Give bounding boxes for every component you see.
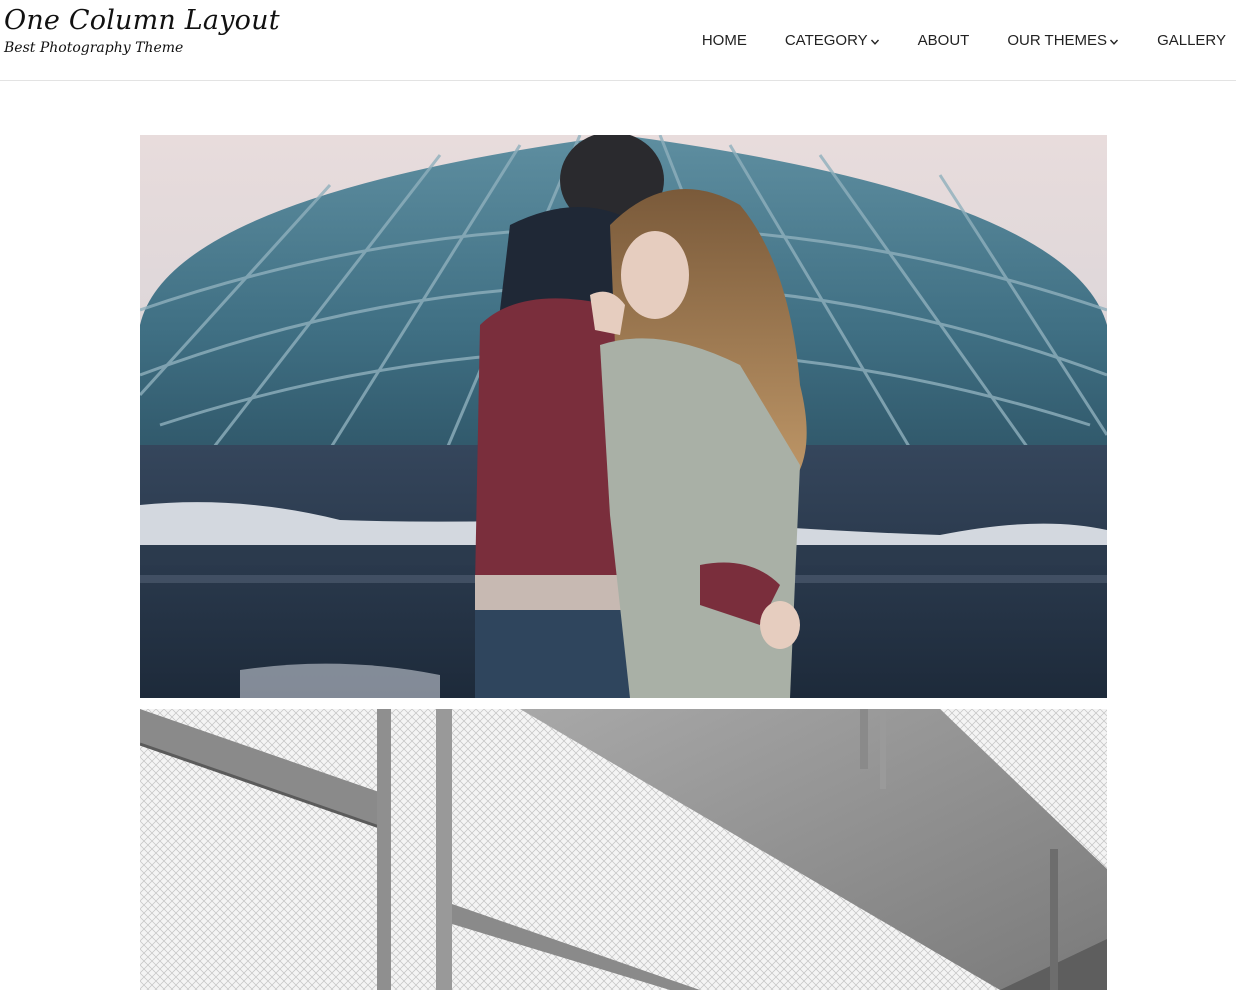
nav-item-home[interactable]: HOME xyxy=(702,30,747,50)
couple-photo-image xyxy=(140,135,1107,698)
nav-item-gallery[interactable]: GALLERY xyxy=(1157,30,1226,50)
chevron-down-icon xyxy=(1110,39,1119,45)
fence-photo-image xyxy=(140,709,1107,990)
gallery-photo-couple[interactable] xyxy=(140,135,1107,698)
nav-item-about[interactable]: ABOUT xyxy=(918,30,970,50)
site-branding: One Column Layout Best Photography Theme xyxy=(4,4,280,58)
main-navigation: HOME CATEGORY ABOUT OUR THEMES GALLERY xyxy=(702,30,1226,50)
nav-item-our-themes[interactable]: OUR THEMES xyxy=(1007,30,1119,50)
nav-item-label: HOME xyxy=(701,31,747,49)
nav-item-label: GALLERY xyxy=(1157,31,1226,49)
site-title-link[interactable]: One Column Layout xyxy=(4,4,280,38)
nav-item-label: CATEGORY xyxy=(784,31,868,49)
nav-item-label: ABOUT xyxy=(917,31,970,49)
gallery-photo-fence[interactable] xyxy=(140,709,1107,990)
site-tagline: Best Photography Theme xyxy=(4,40,184,56)
site-header: One Column Layout Best Photography Theme… xyxy=(0,0,1236,81)
chevron-down-icon xyxy=(870,39,879,45)
nav-item-label: OUR THEMES xyxy=(1007,31,1108,49)
nav-item-category[interactable]: CATEGORY xyxy=(785,30,880,50)
